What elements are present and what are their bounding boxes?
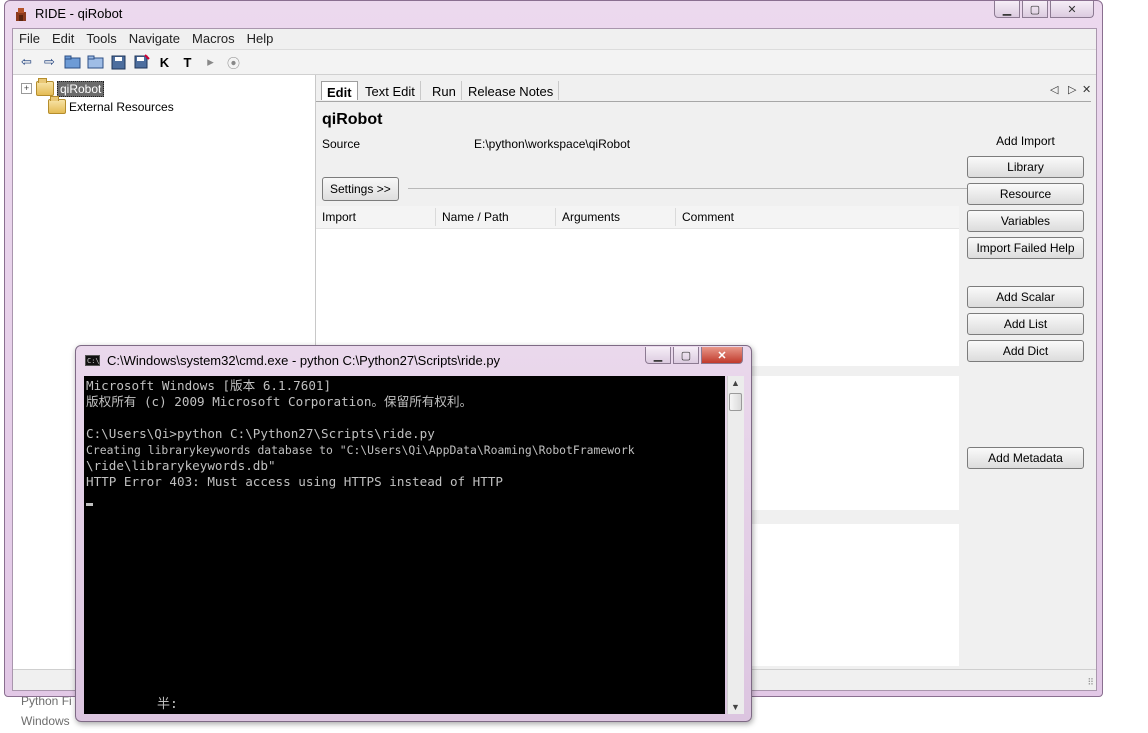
add-list-button[interactable]: Add List [967, 313, 1084, 335]
console-output[interactable]: Microsoft Windows [版本 6.1.7601] 版权所有 (c)… [84, 376, 725, 714]
expand-icon[interactable]: + [21, 83, 32, 94]
menu-help[interactable]: Help [241, 29, 280, 49]
open-suite-icon[interactable] [63, 53, 82, 72]
tab-scroll-right-icon[interactable]: ▷ [1068, 83, 1076, 96]
variables-button[interactable]: Variables [967, 210, 1084, 232]
menu-edit[interactable]: Edit [46, 29, 80, 49]
forward-icon[interactable]: ⇨ [40, 53, 59, 72]
cmd-maximize-button[interactable]: ▢ [673, 347, 699, 364]
folder-icon [36, 78, 54, 96]
console-cursor [86, 503, 93, 506]
minimize-icon: ▁ [1002, 3, 1012, 16]
minimize-icon: ▁ [653, 349, 663, 362]
editor-tabs: Edit Text Edit Run Release Notes ◁ ▷ ✕ [316, 81, 1091, 101]
console-line: \ride\librarykeywords.db" [86, 458, 276, 473]
tab-edit[interactable]: Edit [321, 81, 358, 100]
console-line: 版权所有 (c) 2009 Microsoft Corporation。保留所有… [86, 394, 473, 409]
cmd-window-title: C:\Windows\system32\cmd.exe - python C:\… [107, 353, 501, 368]
tree-item-external-resources[interactable]: External Resources [48, 96, 174, 115]
ride-app-icon [16, 8, 26, 21]
tab-release-notes[interactable]: Release Notes [463, 81, 560, 100]
ime-status: 半: [157, 697, 178, 712]
resource-button[interactable]: Resource [967, 183, 1084, 205]
close-icon: ✕ [717, 349, 727, 362]
tab-text-edit[interactable]: Text Edit [360, 81, 421, 100]
maximize-icon: ▢ [1029, 3, 1041, 16]
import-failed-help-button[interactable]: Import Failed Help [967, 237, 1084, 259]
console-line: Creating librarykeywords database to "C:… [86, 443, 635, 457]
menu-navigate[interactable]: Navigate [123, 29, 186, 49]
toolbar: ⇦ ⇨ K T ▸ ⦿ [13, 50, 1096, 75]
folder-icon [48, 96, 66, 114]
ride-window-title: RIDE - qiRobot [35, 6, 123, 21]
close-icon: ✕ [1067, 3, 1077, 16]
back-icon[interactable]: ⇦ [17, 53, 36, 72]
tab-scroll-left-icon[interactable]: ◁ [1050, 83, 1058, 96]
minimize-button[interactable]: ▁ [994, 1, 1020, 18]
tree-item-label: qiRobot [57, 80, 105, 97]
tab-close-icon[interactable]: ✕ [1082, 83, 1091, 96]
import-grid-header: Import Name / Path Arguments Comment [316, 206, 959, 229]
ride-titlebar[interactable]: RIDE - qiRobot ▁ ▢ ✕ [5, 1, 1102, 27]
menu-macros[interactable]: Macros [186, 29, 241, 49]
suite-title: qiRobot [322, 111, 383, 128]
desktop-file-type: Windows [21, 714, 70, 728]
add-metadata-button[interactable]: Add Metadata [967, 447, 1084, 469]
scrollbar-thumb[interactable] [729, 393, 742, 411]
menu-tools[interactable]: Tools [80, 29, 122, 49]
cmd-window: C:\ C:\Windows\system32\cmd.exe - python… [75, 345, 752, 722]
library-button[interactable]: Library [967, 156, 1084, 178]
resize-grip-icon[interactable]: ⠿ [1087, 677, 1094, 688]
add-import-label: Add Import [996, 134, 1055, 148]
column-name-path[interactable]: Name / Path [442, 210, 509, 224]
tab-run[interactable]: Run [427, 81, 462, 100]
save-all-icon[interactable] [132, 53, 151, 72]
add-dict-button[interactable]: Add Dict [967, 340, 1084, 362]
settings-toggle-button[interactable]: Settings >> [322, 177, 399, 201]
column-divider [555, 208, 556, 226]
console-line: HTTP Error 403: Must access using HTTPS … [86, 474, 504, 489]
column-comment[interactable]: Comment [682, 210, 734, 224]
add-scalar-button[interactable]: Add Scalar [967, 286, 1084, 308]
column-divider [675, 208, 676, 226]
menubar: File Edit Tools Navigate Macros Help [13, 29, 1096, 50]
maximize-button[interactable]: ▢ [1022, 1, 1048, 18]
tree-item-label: External Resources [69, 99, 174, 114]
close-button[interactable]: ✕ [1050, 1, 1094, 18]
cmd-minimize-button[interactable]: ▁ [645, 347, 671, 364]
run-icon[interactable]: ▸ [201, 53, 220, 72]
column-import[interactable]: Import [322, 210, 356, 224]
console-line: Microsoft Windows [版本 6.1.7601] [86, 378, 332, 393]
maximize-icon: ▢ [680, 349, 692, 362]
cmd-close-button[interactable]: ✕ [701, 347, 743, 364]
stop-icon[interactable]: ⦿ [224, 53, 243, 72]
tree-item-root[interactable]: + qiRobot [21, 78, 105, 97]
scroll-down-icon[interactable]: ▼ [731, 702, 740, 712]
test-search-icon[interactable]: T [178, 53, 197, 72]
menu-file[interactable]: File [13, 29, 46, 49]
source-label: Source [322, 137, 361, 151]
column-arguments[interactable]: Arguments [562, 210, 620, 224]
scroll-up-icon[interactable]: ▲ [731, 378, 740, 388]
console-scrollbar[interactable]: ▲ ▼ [727, 376, 744, 714]
console-line: C:\Users\Qi>python C:\Python27\Scripts\r… [86, 426, 435, 441]
column-divider [435, 208, 436, 226]
keyword-search-icon[interactable]: K [155, 53, 174, 72]
cmd-app-icon: C:\ [85, 355, 100, 366]
open-directory-icon[interactable] [86, 53, 105, 72]
save-icon[interactable] [109, 53, 128, 72]
source-path: E:\python\workspace\qiRobot [474, 137, 631, 151]
